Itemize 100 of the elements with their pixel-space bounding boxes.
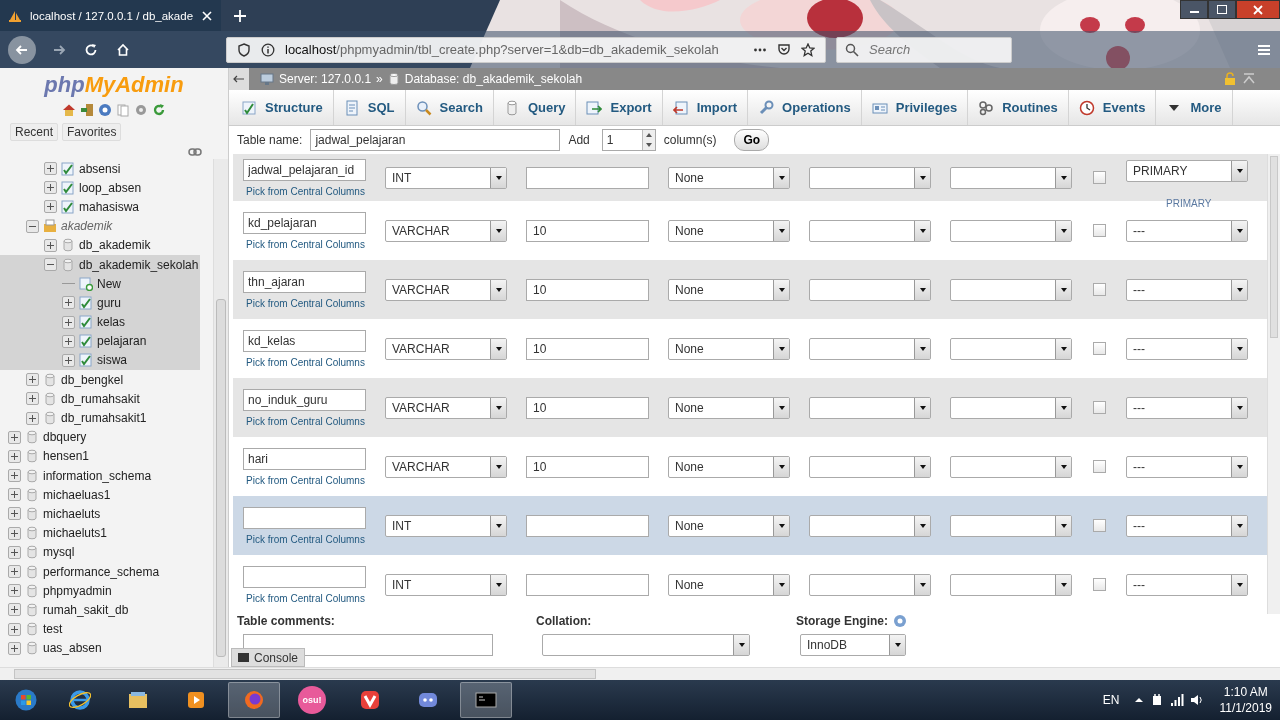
length-field[interactable]: 10: [526, 219, 649, 242]
tree-row[interactable]: michaeluas1: [0, 485, 200, 505]
menu-tab[interactable]: Routines: [968, 90, 1069, 125]
tree-row[interactable]: New: [0, 274, 200, 294]
go-button[interactable]: Go: [734, 129, 770, 151]
tree-row[interactable]: guru: [0, 293, 200, 313]
tree-row[interactable]: information_schema: [0, 466, 200, 486]
console-button[interactable]: Console: [231, 648, 306, 667]
scrollbar[interactable]: [213, 159, 228, 667]
tree-item[interactable]: guru: [97, 295, 122, 310]
column-name-field[interactable]: [243, 565, 366, 588]
collapse-icon[interactable]: [44, 258, 57, 272]
index-select[interactable]: ---: [1126, 396, 1248, 419]
menu-tab[interactable]: Events: [1068, 90, 1157, 125]
expand-icon[interactable]: [62, 296, 75, 310]
null-checkbox[interactable]: [1092, 578, 1106, 591]
column-name-field[interactable]: no_induk_guru: [243, 388, 366, 411]
index-select[interactable]: PRIMARY: [1126, 159, 1248, 182]
length-field[interactable]: [526, 573, 649, 596]
tree-item[interactable]: db_akademik: [79, 238, 151, 253]
home-icon[interactable]: [116, 42, 130, 57]
new-tab-icon[interactable]: [233, 8, 248, 23]
type-select[interactable]: VARCHAR: [385, 396, 507, 419]
central-columns-link[interactable]: Pick from Central Columns: [243, 238, 366, 250]
default-select[interactable]: None: [668, 455, 790, 478]
star-icon[interactable]: [801, 42, 815, 57]
default-select[interactable]: None: [668, 396, 790, 419]
expand-icon[interactable]: [8, 488, 21, 502]
tree-item[interactable]: db_bengkel: [61, 372, 124, 387]
tree-row[interactable]: rumah_sakit_db: [0, 600, 200, 620]
tree-item[interactable]: New: [97, 276, 121, 291]
expand-icon[interactable]: [8, 449, 21, 463]
tree-row[interactable]: michaeluts: [0, 504, 200, 524]
tree-row[interactable]: kelas: [0, 312, 200, 332]
length-field[interactable]: [526, 166, 649, 189]
tree-row[interactable]: phpmyadmin: [0, 581, 200, 601]
expand-icon[interactable]: [62, 334, 75, 348]
expand-icon[interactable]: [8, 507, 21, 521]
tree-row[interactable]: pelajaran: [0, 331, 200, 351]
tree-row[interactable]: test: [0, 619, 200, 639]
tree-row[interactable]: uas_absen: [0, 638, 200, 658]
link-icon[interactable]: [188, 145, 202, 159]
tree-item[interactable]: information_schema: [43, 468, 152, 483]
tree-item[interactable]: siswa: [97, 353, 127, 368]
expand-icon[interactable]: [62, 353, 75, 367]
maximize-button[interactable]: [1208, 0, 1236, 19]
sidebar-tab[interactable]: Recent: [10, 123, 59, 141]
menu-tab[interactable]: More: [1156, 90, 1233, 125]
tree-item[interactable]: uas_absen: [43, 641, 102, 656]
expand-icon[interactable]: [8, 430, 21, 444]
speaker-icon[interactable]: [1189, 693, 1204, 707]
expand-icon[interactable]: [44, 162, 57, 176]
phpmyadmin-logo[interactable]: phpMyAdmin: [44, 72, 184, 98]
null-checkbox[interactable]: [1092, 224, 1106, 237]
database-link[interactable]: Database: db_akademik_sekolah: [404, 72, 583, 86]
menu-tab[interactable]: Query: [493, 90, 577, 125]
expand-icon[interactable]: [8, 622, 21, 636]
column-name-field[interactable]: [243, 506, 366, 529]
length-field[interactable]: 10: [526, 278, 649, 301]
tree-item[interactable]: kelas: [97, 315, 125, 330]
length-field[interactable]: 10: [526, 396, 649, 419]
settings-icon[interactable]: [134, 103, 148, 117]
tree-item[interactable]: michaeluts1: [43, 526, 108, 541]
index-select[interactable]: ---: [1126, 514, 1248, 537]
tree-item[interactable]: db_rumahsakit: [61, 391, 140, 406]
default-select[interactable]: None: [668, 514, 790, 537]
expand-icon[interactable]: [8, 641, 21, 655]
tree-row[interactable]: siswa: [0, 350, 200, 371]
central-columns-link[interactable]: Pick from Central Columns: [243, 185, 366, 197]
tree-row[interactable]: absensi: [0, 159, 200, 179]
tree-item[interactable]: michaeluts: [43, 506, 101, 521]
tree-item[interactable]: mysql: [43, 545, 75, 560]
index-select[interactable]: ---: [1126, 278, 1248, 301]
null-checkbox[interactable]: [1092, 342, 1106, 355]
expand-icon[interactable]: [8, 565, 21, 579]
help-icon[interactable]: [98, 103, 112, 117]
length-field[interactable]: 10: [526, 455, 649, 478]
menu-tab[interactable]: SQL: [333, 90, 406, 125]
null-checkbox[interactable]: [1092, 283, 1106, 296]
tree-item[interactable]: pelajaran: [97, 334, 147, 349]
pocket-icon[interactable]: [777, 42, 791, 57]
expand-icon[interactable]: [26, 411, 39, 425]
reload-icon[interactable]: [84, 42, 98, 57]
menu-tab[interactable]: Operations: [748, 90, 862, 125]
column-name-field[interactable]: kd_pelajaran: [243, 211, 366, 234]
tree-item[interactable]: loop_absen: [79, 180, 142, 195]
expand-icon[interactable]: [62, 315, 75, 329]
tree-item[interactable]: absensi: [79, 161, 121, 176]
type-select[interactable]: INT: [385, 166, 507, 189]
tree-item[interactable]: db_akademik_sekolah: [79, 257, 199, 272]
length-field[interactable]: [526, 514, 649, 537]
central-columns-link[interactable]: Pick from Central Columns: [243, 533, 366, 545]
type-select[interactable]: VARCHAR: [385, 278, 507, 301]
null-checkbox[interactable]: [1092, 401, 1106, 414]
table-name-field[interactable]: jadwal_pelajaran: [310, 129, 561, 151]
tree-item[interactable]: dbquery: [43, 430, 87, 445]
storage-engine-select[interactable]: InnoDB: [800, 634, 906, 656]
home-icon[interactable]: [62, 103, 76, 117]
null-checkbox[interactable]: [1092, 460, 1106, 473]
menu-tab[interactable]: Search: [405, 90, 494, 125]
